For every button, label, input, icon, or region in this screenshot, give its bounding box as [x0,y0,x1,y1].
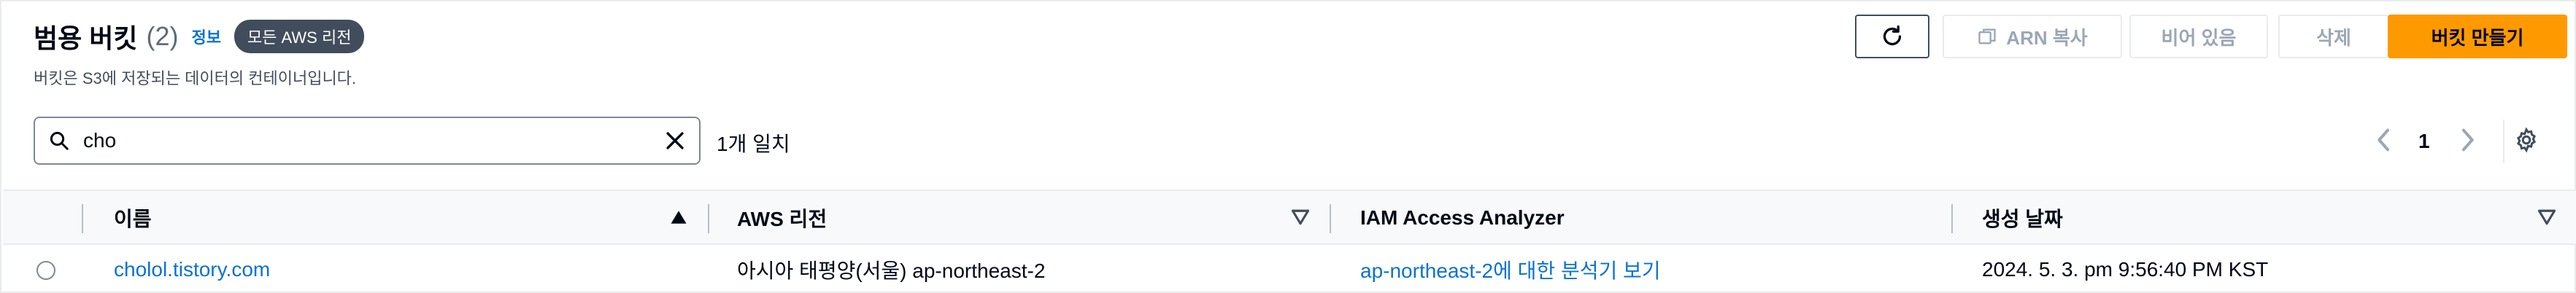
sort-ascending-icon[interactable] [668,207,689,227]
bucket-count: (2) [146,21,179,51]
chevron-right-icon [2456,125,2478,158]
create-bucket-button[interactable]: 버킷 만들기 [2388,15,2567,58]
copy-icon [1977,26,1997,47]
delete-button[interactable]: 삭제 [2278,15,2389,58]
refresh-button[interactable] [1855,15,1929,58]
column-divider [1951,204,1953,233]
next-page-button[interactable] [2456,122,2478,160]
column-divider [1330,204,1331,233]
header: 범용 버킷 (2) 정보 모든 AWS 리전 [34,17,365,55]
empty-button[interactable]: 비어 있음 [2129,15,2268,58]
chevron-left-icon [2373,125,2395,158]
copy-arn-label: ARN 복사 [2006,26,2088,49]
copy-arn-button[interactable]: ARN 복사 [1943,15,2122,58]
pagination-divider [2503,120,2504,163]
info-link[interactable]: 정보 [191,25,220,48]
bucket-name-link[interactable]: cholol.tistory.com [114,245,270,293]
table-row[interactable]: cholol.tistory.com 아시아 태평양(서울) ap-northe… [3,245,2576,293]
column-header-created[interactable]: 생성 날짜 [1982,191,2063,245]
refresh-icon [1879,23,1905,50]
page-title: 범용 버킷 [34,23,138,53]
gear-icon [2513,127,2540,157]
match-count: 1개 일치 [717,133,790,155]
column-header-name[interactable]: 이름 [114,191,152,245]
search-field[interactable] [34,117,701,165]
column-header-region[interactable]: AWS 리전 [737,191,827,245]
clear-icon[interactable] [663,128,687,153]
page-description: 버킷은 S3에 저장되는 데이터의 컨테이너입니다. [34,69,357,87]
column-divider [82,204,83,233]
table-header: 이름 AWS 리전 IAM Access Analyzer 생성 날짜 [3,190,2576,245]
column-header-analyzer[interactable]: IAM Access Analyzer [1360,191,1565,245]
analyzer-link[interactable]: ap-northeast-2에 대한 분석기 보기 [1360,245,1661,293]
row-select-radio[interactable] [36,261,55,280]
previous-page-button[interactable] [2373,122,2395,160]
sort-icon[interactable] [1290,207,1311,227]
sort-icon[interactable] [2537,207,2557,227]
column-divider [708,204,709,233]
preferences-button[interactable] [2513,122,2540,160]
current-page[interactable]: 1 [2418,122,2430,160]
region-badge: 모든 AWS 리전 [234,20,365,53]
search-input[interactable] [83,129,638,152]
bucket-created-date: 2024. 5. 3. pm 9:56:40 PM KST [1982,258,2269,281]
bucket-region: 아시아 태평양(서울) ap-northeast-2 [737,259,1046,282]
buckets-panel: 범용 버킷 (2) 정보 모든 AWS 리전 버킷은 S3에 저장되는 데이터의… [0,0,2576,293]
search-icon [48,130,70,152]
